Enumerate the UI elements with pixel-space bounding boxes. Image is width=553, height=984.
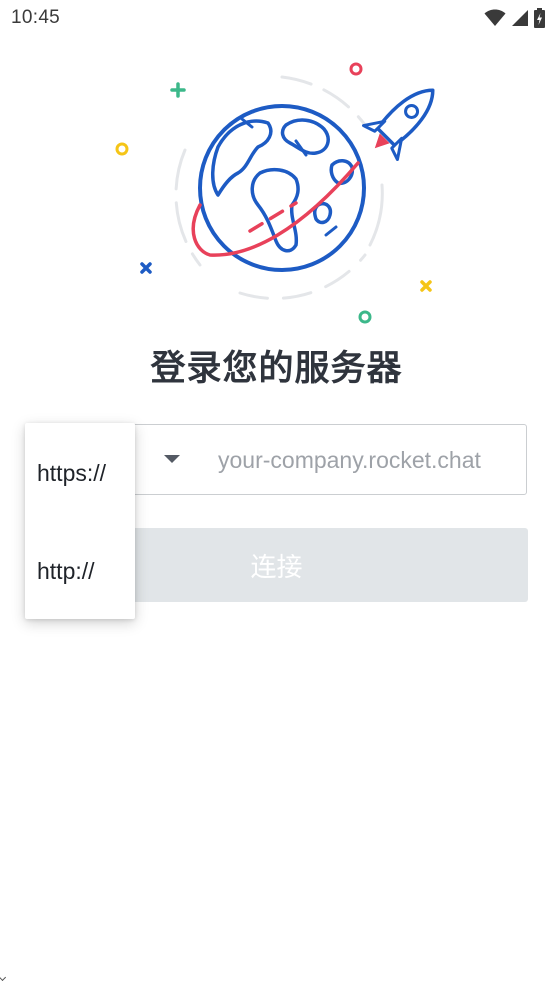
status-icons: [484, 8, 545, 33]
server-url-input[interactable]: [218, 443, 503, 477]
protocol-option-http[interactable]: http://: [37, 558, 95, 585]
page-title: 登录您的服务器: [150, 349, 403, 389]
status-bar: 10:45: [0, 0, 553, 38]
protocol-option-https[interactable]: https://: [37, 460, 106, 487]
globe-rocket-illustration-icon: [115, 62, 435, 324]
chevron-down-icon[interactable]: [164, 455, 180, 463]
corner-mark: [0, 973, 7, 982]
status-time: 10:45: [11, 7, 61, 28]
wifi-icon: [484, 9, 506, 32]
battery-charging-icon: [534, 8, 545, 33]
globe-rocket-illustration: [100, 55, 453, 335]
cellular-signal-icon: [511, 9, 529, 32]
protocol-dropdown-menu: https:// http://: [25, 423, 135, 619]
